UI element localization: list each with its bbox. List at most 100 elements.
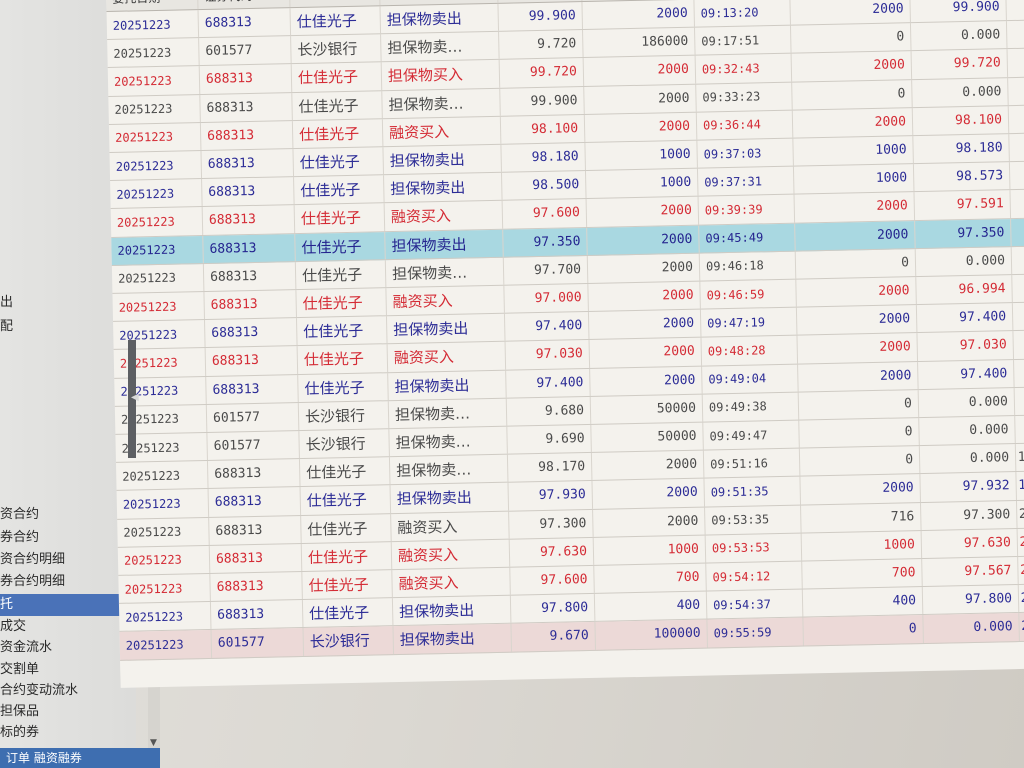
cell-name: 仕佳光子 <box>301 541 393 572</box>
cell-name: 仕佳光子 <box>292 90 383 120</box>
cell-avg: 97.350 <box>915 218 1012 248</box>
cell-time: 09:49:47 <box>703 420 800 450</box>
cell-extra: 18 <box>1013 330 1024 359</box>
sidebar-nav-item[interactable]: 券合约 <box>0 527 136 549</box>
cell-date: 20251223 <box>108 122 202 152</box>
order-grid: 委托日期证券代码 20251223688313仕佳光子担保物卖出99.90020… <box>106 0 1024 688</box>
cell-op: 担保物卖出 <box>380 3 500 34</box>
cell-avg: 97.400 <box>918 359 1015 389</box>
cell-date: 20251223 <box>113 320 206 350</box>
cell-op: 担保物卖… <box>388 398 508 429</box>
cell-qty: 2000 <box>588 281 701 312</box>
cell-name: 仕佳光子 <box>294 203 386 233</box>
cell-price: 99.900 <box>500 86 585 116</box>
cell-filled: 0 <box>792 79 913 110</box>
sidebar-nav-item[interactable]: 成交 <box>0 616 136 638</box>
cell-extra <box>1008 105 1024 134</box>
cell-time: 09:46:59 <box>700 279 797 309</box>
sidebar-nav-item[interactable]: 券合约明细 <box>0 571 136 593</box>
cell-price: 97.600 <box>510 565 595 595</box>
cell-extra: 185 <box>1015 415 1024 444</box>
collapse-arrow-icon[interactable]: ◀ <box>131 392 139 403</box>
cell-date: 20251223 <box>112 292 205 322</box>
cell-name: 仕佳光子 <box>298 372 389 402</box>
cell-code: 688313 <box>208 487 302 517</box>
cell-date: 20251223 <box>118 573 211 604</box>
cell-avg: 97.567 <box>922 557 1019 587</box>
cell-extra: 2124 <box>1019 612 1024 641</box>
cell-price: 97.400 <box>506 368 591 398</box>
sidebar-nav-item[interactable]: 资合约 <box>0 504 136 526</box>
cell-op: 担保物卖出 <box>393 624 513 654</box>
cell-name: 仕佳光子 <box>297 344 389 374</box>
cell-time: 09:36:44 <box>696 110 794 140</box>
cell-filled: 2000 <box>791 51 913 82</box>
cell-op: 融资买入 <box>384 201 504 231</box>
bottom-tab-bar[interactable]: 订单 融资融券 <box>0 748 160 768</box>
cell-code: 688313 <box>209 543 303 573</box>
cell-qty: 2000 <box>588 309 702 340</box>
cell-time: 09:33:23 <box>696 82 793 112</box>
cell-op: 融资买入 <box>387 342 507 372</box>
cell-code: 601577 <box>206 402 300 432</box>
cell-price: 97.700 <box>503 255 589 285</box>
cell-code: 688313 <box>203 261 297 291</box>
sidebar-nav-item[interactable]: 标的券 <box>0 722 136 744</box>
cell-avg: 0.000 <box>915 246 1013 277</box>
cell-extra: 17 <box>1011 246 1024 275</box>
cell-code: 688313 <box>198 8 292 38</box>
cell-filled: 1000 <box>793 164 915 195</box>
sidebar-nav-item[interactable]: 托 <box>0 594 136 616</box>
cell-qty: 2000 <box>587 225 700 255</box>
cell-qty: 100000 <box>595 619 708 650</box>
cell-filled: 2000 <box>796 305 918 335</box>
cell-op: 担保物买入 <box>381 60 501 90</box>
cell-extra: 17 <box>1012 274 1024 303</box>
cell-avg: 0.000 <box>912 77 1009 107</box>
cell-price: 97.630 <box>509 537 595 567</box>
cell-filled: 2000 <box>798 361 919 392</box>
sidebar-nav-item[interactable]: 交割单 <box>0 659 136 681</box>
cell-extra: 1941 <box>1016 471 1024 500</box>
cell-op: 担保物卖出 <box>392 595 512 626</box>
cell-op: 担保物卖… <box>381 31 500 62</box>
cell-extra: 2029 <box>1016 499 1024 528</box>
sidebar-nav-item[interactable]: 担保品 <box>0 701 136 723</box>
cell-time: 09:37:31 <box>697 166 795 197</box>
cell-price: 97.030 <box>505 340 591 370</box>
cell-op: 担保物卖… <box>389 426 508 457</box>
cell-time: 09:39:39 <box>698 195 796 225</box>
cell-filled: 0 <box>803 615 924 646</box>
cell-code: 688313 <box>210 600 304 630</box>
cell-avg: 98.180 <box>913 134 1010 164</box>
cell-name: 仕佳光子 <box>300 485 392 515</box>
sidebar-nav-item[interactable]: 合约变动流水 <box>0 680 136 702</box>
trading-window: 出配资合约 券合约 资合约明细 券合约明细托成交 资金流水 交割单 合约变动流水 担保品 标的券… <box>0 0 1024 768</box>
cell-code: 688313 <box>200 92 293 122</box>
cell-op: 融资买入 <box>382 116 502 147</box>
cell-op: 融资买入 <box>392 567 511 598</box>
sidebar-nav-item[interactable]: 资合约明细 <box>0 549 136 571</box>
cell-qty: 2000 <box>593 507 706 537</box>
cell-qty: 1000 <box>593 535 707 565</box>
cell-code: 688313 <box>203 233 296 263</box>
cell-price: 98.170 <box>507 453 593 483</box>
cell-date: 20251223 <box>115 461 209 491</box>
cell-date: 20251223 <box>110 179 203 209</box>
cell-op: 担保物卖出 <box>390 483 510 513</box>
cell-time: 09:51:16 <box>703 448 801 478</box>
cell-time: 09:47:19 <box>700 307 798 337</box>
cell-extra: 1 <box>1009 161 1024 190</box>
cell-filled: 2000 <box>795 220 916 251</box>
cell-date: 20251223 <box>118 602 212 632</box>
cell-avg: 97.591 <box>914 190 1012 220</box>
scroll-down-icon[interactable]: ▼ <box>150 738 157 748</box>
cell-avg: 97.030 <box>917 331 1015 361</box>
cell-date: 20251223 <box>108 94 201 124</box>
cell-price: 98.180 <box>501 142 586 172</box>
sidebar-nav-item[interactable]: 资金流水 <box>0 637 136 659</box>
cell-code: 688313 <box>210 572 303 602</box>
cell-time: 09:13:20 <box>694 0 791 27</box>
cell-name: 长沙银行 <box>303 626 395 656</box>
cell-filled: 2000 <box>790 0 911 25</box>
